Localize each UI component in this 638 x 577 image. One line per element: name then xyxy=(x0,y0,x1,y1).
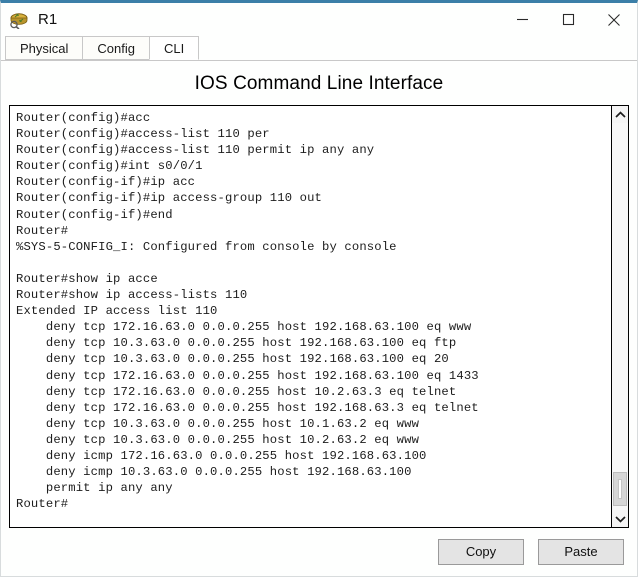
terminal-panel: Router(config)#acc Router(config)#access-… xyxy=(9,105,629,528)
terminal-line: deny tcp 172.16.63.0 0.0.0.255 host 192.… xyxy=(16,368,479,383)
title-bar: R1 xyxy=(1,3,637,36)
router-icon xyxy=(9,11,31,30)
window-controls xyxy=(499,3,637,36)
terminal-line: Router(config)#acc xyxy=(16,111,151,125)
tab-cli[interactable]: CLI xyxy=(149,36,200,60)
terminal-line: Router# xyxy=(16,223,69,238)
terminal-line: deny tcp 172.16.63.0 0.0.0.255 host 192.… xyxy=(16,400,479,415)
chevron-down-icon xyxy=(614,515,626,523)
scrollbar-track[interactable] xyxy=(612,123,628,510)
terminal-line: Router(config-if)#end xyxy=(16,207,173,222)
terminal-line: Router(config-if)#ip access-group 110 ou… xyxy=(16,191,323,206)
paste-button[interactable]: Paste xyxy=(538,539,624,565)
terminal-line: deny tcp 10.3.63.0 0.0.0.255 host 192.16… xyxy=(16,336,457,351)
terminal-line: Extended IP access list 110 xyxy=(16,304,218,319)
scrollbar-up-button[interactable] xyxy=(612,106,628,123)
close-button[interactable] xyxy=(591,3,637,36)
terminal-line: Router(config)#access-list 110 per xyxy=(16,127,270,142)
terminal-line: deny icmp 10.3.63.0 0.0.0.255 host 192.1… xyxy=(16,465,412,480)
terminal-line: deny icmp 172.16.63.0 0.0.0.255 host 192… xyxy=(16,448,427,463)
cli-window: R1 Physical Config CLI IOS Command Line … xyxy=(0,0,638,577)
page-title: IOS Command Line Interface xyxy=(194,73,444,94)
copy-button[interactable]: Copy xyxy=(438,539,524,565)
chevron-up-icon xyxy=(614,110,626,118)
minimize-button[interactable] xyxy=(499,3,545,36)
terminal-line: permit ip any any xyxy=(16,481,173,496)
title-bar-left: R1 xyxy=(1,11,58,30)
terminal-line: deny tcp 10.3.63.0 0.0.0.255 host 192.16… xyxy=(16,352,449,367)
close-icon xyxy=(608,13,620,26)
minimize-icon xyxy=(516,18,528,21)
terminal-line: deny tcp 172.16.63.0 0.0.0.255 host 192.… xyxy=(16,320,472,335)
terminal-line: Router(config)#access-list 110 permit ip… xyxy=(16,143,375,158)
scrollbar-down-button[interactable] xyxy=(612,510,628,527)
footer-bar: Copy Paste xyxy=(1,528,637,576)
terminal-output[interactable]: Router(config)#acc Router(config)#access-… xyxy=(10,106,611,527)
tab-physical[interactable]: Physical xyxy=(5,36,84,60)
tab-bar: Physical Config CLI xyxy=(1,36,637,61)
terminal-line: deny tcp 10.3.63.0 0.0.0.255 host 10.1.6… xyxy=(16,416,420,431)
window-title: R1 xyxy=(38,11,58,28)
terminal-line: Router#show ip acce xyxy=(16,271,158,286)
terminal-line: deny tcp 10.3.63.0 0.0.0.255 host 10.2.6… xyxy=(16,432,420,447)
terminal-line: Router# xyxy=(16,497,69,512)
terminal-line: Router#show ip access-lists 110 xyxy=(16,288,248,303)
terminal-line: Router(config-if)#ip acc xyxy=(16,175,196,190)
maximize-button[interactable] xyxy=(545,3,591,36)
terminal-line: %SYS-5-CONFIG_I: Configured from console… xyxy=(16,239,397,254)
maximize-icon xyxy=(562,13,574,26)
terminal-line: deny tcp 172.16.63.0 0.0.0.255 host 10.2… xyxy=(16,384,457,399)
terminal-scrollbar[interactable] xyxy=(611,106,628,527)
tab-config[interactable]: Config xyxy=(82,36,150,60)
terminal-line: Router(config)#int s0/0/1 xyxy=(16,159,203,174)
scrollbar-thumb[interactable] xyxy=(613,472,627,506)
